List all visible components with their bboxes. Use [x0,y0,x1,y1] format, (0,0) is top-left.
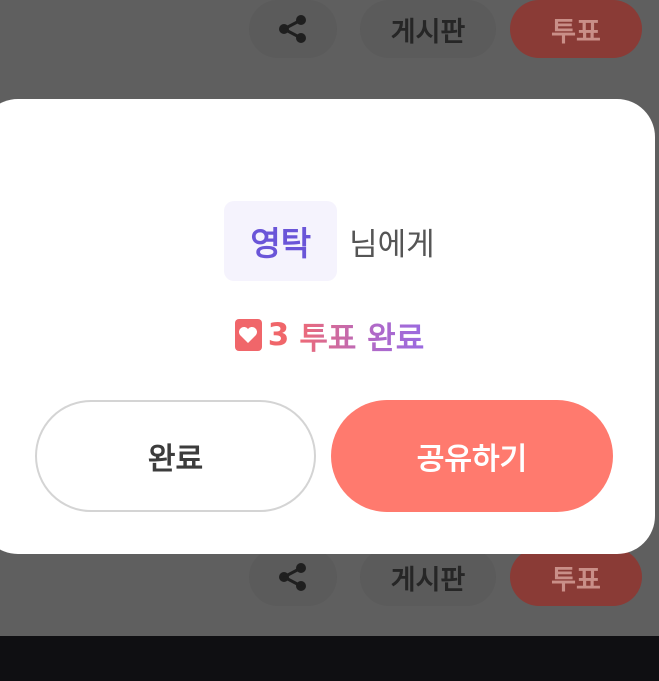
vote-count: 3 [267,317,290,353]
background-board-button: 게시판 [360,0,496,58]
vote-status-text: 투표 완료 [299,313,424,358]
recipient-suffix: 님에게 [349,226,435,263]
background-vote-button: 투표 [510,548,642,606]
background-vote-button: 투표 [510,0,642,58]
share-icon [279,563,306,591]
background-share-button [249,548,337,606]
share-button[interactable]: 공유하기 [331,400,613,512]
recipient-line: 영탁 님에게 [0,201,659,281]
vote-status-line: 3 투표 완료 [0,310,659,360]
done-button[interactable]: 완료 [35,400,316,512]
share-icon [279,15,306,43]
background-action-row-top: 게시판 투표 [0,0,659,58]
recipient-name: 영탁 [224,201,338,281]
heart-icon [234,319,262,351]
bottom-bar [0,636,659,681]
background-board-button: 게시판 [360,548,496,606]
background-share-button [249,0,337,58]
